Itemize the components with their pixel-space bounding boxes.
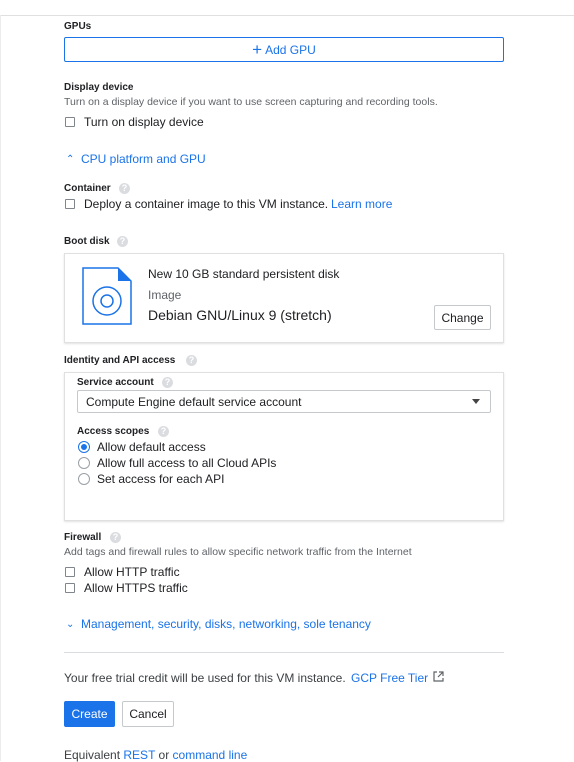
left-divider (0, 15, 1, 761)
firewall-label: Firewall (64, 532, 102, 543)
boot-disk-help-icon[interactable]: ? (117, 236, 128, 247)
access-scopes-help-icon[interactable]: ? (158, 426, 169, 437)
allow-https-label[interactable]: Allow HTTPS traffic (84, 581, 188, 595)
allow-http-checkbox[interactable] (65, 567, 75, 577)
container-checkbox-label[interactable]: Deploy a container image to this VM inst… (84, 197, 328, 211)
rest-link[interactable]: REST (123, 748, 155, 762)
plus-icon: + (252, 40, 263, 59)
display-device-checkbox[interactable] (65, 117, 75, 127)
section-divider (64, 652, 504, 653)
service-account-value: Compute Engine default service account (86, 394, 302, 409)
service-account-select[interactable]: Compute Engine default service account (77, 390, 491, 413)
caret-down-icon (472, 399, 480, 404)
management-toggle[interactable]: Management, security, disks, networking,… (81, 617, 371, 631)
chevron-up-icon[interactable]: ⌃ (66, 154, 74, 165)
chevron-down-icon[interactable]: ⌄ (66, 619, 74, 630)
boot-disk-title: New 10 GB standard persistent disk (148, 267, 340, 281)
boot-disk-image-label: Image (148, 288, 182, 302)
access-scopes-label: Access scopes (77, 426, 150, 437)
container-checkbox[interactable] (65, 199, 75, 209)
boot-disk-label: Boot disk (64, 236, 110, 247)
create-button[interactable]: Create (64, 701, 115, 727)
change-boot-disk-button[interactable]: Change (434, 305, 491, 330)
scope-default-radio[interactable] (78, 441, 90, 453)
gcp-free-tier-link[interactable]: GCP Free Tier (351, 671, 428, 685)
gpus-label: GPUs (64, 21, 92, 32)
external-link-icon[interactable] (433, 671, 444, 682)
allow-http-label[interactable]: Allow HTTP traffic (84, 565, 180, 579)
display-device-description: Turn on a display device if you want to … (64, 96, 438, 108)
firewall-description: Add tags and firewall rules to allow spe… (64, 546, 412, 558)
firewall-help-icon[interactable]: ? (110, 532, 121, 543)
display-device-label: Display device (64, 82, 134, 93)
disk-icon (82, 267, 132, 325)
add-gpu-label: Add GPU (265, 42, 316, 57)
scope-default-label[interactable]: Allow default access (97, 440, 206, 454)
scope-full-radio[interactable] (78, 457, 90, 469)
free-trial-notice: Your free trial credit will be used for … (64, 671, 346, 685)
command-line-link[interactable]: command line (173, 748, 248, 762)
identity-help-icon[interactable]: ? (186, 355, 197, 366)
boot-disk-image-value: Debian GNU/Linux 9 (stretch) (148, 307, 332, 323)
equivalent-prefix: Equivalent (64, 748, 121, 762)
learn-more-link[interactable]: Learn more (331, 197, 392, 211)
identity-label: Identity and API access (64, 355, 176, 366)
display-device-checkbox-label[interactable]: Turn on display device (84, 115, 204, 129)
add-gpu-button[interactable]: + Add GPU (64, 37, 504, 62)
equivalent-footer: Equivalent REST or command line (64, 748, 247, 762)
allow-https-checkbox[interactable] (65, 583, 75, 593)
container-help-icon[interactable]: ? (119, 183, 130, 194)
equivalent-or: or (158, 748, 170, 762)
top-divider (0, 15, 574, 16)
container-label: Container (64, 183, 111, 194)
scope-each-api-label[interactable]: Set access for each API (97, 472, 224, 486)
cancel-button[interactable]: Cancel (122, 701, 174, 727)
service-account-label: Service account (77, 377, 154, 388)
cpu-platform-toggle[interactable]: CPU platform and GPU (81, 152, 206, 166)
service-account-help-icon[interactable]: ? (162, 377, 173, 388)
scope-full-label[interactable]: Allow full access to all Cloud APIs (97, 456, 276, 470)
scope-each-api-radio[interactable] (78, 473, 90, 485)
